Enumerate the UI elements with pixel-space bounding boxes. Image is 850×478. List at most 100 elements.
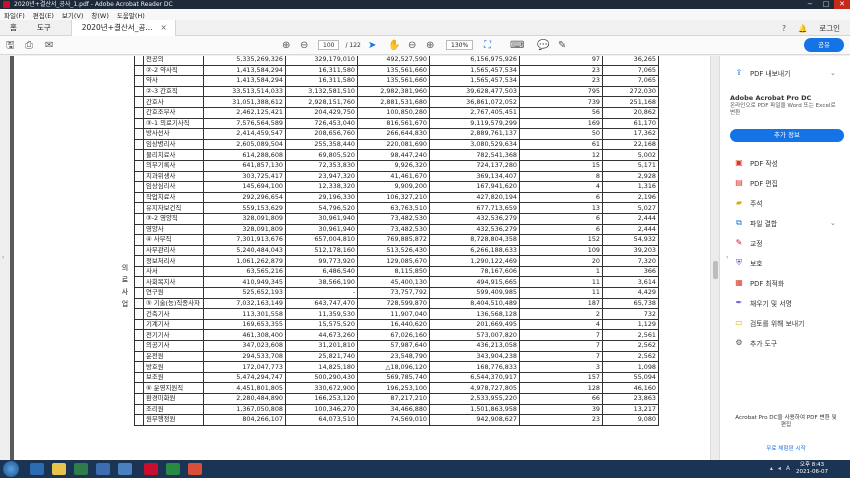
tool-edit-pdf[interactable]: ▤ PDF 편집 (734, 178, 778, 188)
app-icon[interactable] (188, 463, 202, 475)
row-label-cell: ⑥ 운영지원직 (143, 382, 204, 394)
value-cell: 100,850,280 (357, 106, 430, 119)
start-button[interactable] (3, 461, 19, 477)
media-icon[interactable] (74, 463, 88, 475)
promo-title: Adobe Acrobat Pro DC (730, 94, 812, 102)
zoom-out-icon[interactable]: ⊖ (408, 40, 416, 51)
tool-optimize[interactable]: ▦ PDF 최적화 (734, 278, 784, 288)
menu-help[interactable]: 도움말(H) (117, 10, 145, 20)
next-page-icon[interactable]: ⊖ (300, 40, 308, 51)
value-cell: 795 (519, 85, 603, 98)
tool-protect[interactable]: ⛨ 보호 (734, 258, 763, 268)
tool-more[interactable]: ⚙ 추가 도구 (734, 338, 777, 348)
value-cell: 12 (519, 149, 603, 161)
row-label-cell: 간호사 (143, 96, 204, 108)
zoom-select[interactable]: 130% (446, 40, 474, 50)
fit-page-icon[interactable]: ⛶ (484, 40, 491, 51)
promo-bottom-text: Acrobat Pro DC을 사용하여 PDF 변환 및 편집 (735, 415, 837, 428)
tool-fill-sign[interactable]: ✒ 채우기 및 서명 (734, 298, 792, 308)
value-cell: 369,134,407 (429, 170, 520, 183)
app-icon[interactable] (118, 463, 132, 475)
acrobat-taskbar-icon[interactable] (144, 463, 158, 475)
help-icon[interactable]: ? (782, 24, 786, 33)
value-cell: 9,119,579,299 (429, 117, 520, 130)
login-link[interactable]: 로그인 (819, 23, 840, 34)
value-cell: 3,614 (602, 276, 659, 289)
value-cell: 16,440,620 (357, 318, 430, 331)
save-icon[interactable]: 🖫 (6, 40, 15, 51)
tab-close-icon[interactable]: × (161, 23, 167, 32)
print-icon[interactable]: ⎙ (25, 40, 33, 51)
scrollbar-thumb[interactable] (713, 261, 718, 279)
free-trial-link[interactable]: 무료 체험판 시작 (734, 444, 838, 452)
window-titlebar: 2020년+결산서_공사_1.pdf - Adobe Acrobat Reade… (0, 0, 850, 9)
value-cell: 6 (519, 223, 603, 236)
pen-icon[interactable]: ✎ (558, 40, 566, 51)
excel-icon[interactable] (166, 463, 180, 475)
tab-document[interactable]: 2020년+결산서_공... × (70, 19, 176, 36)
value-cell: 410,949,345 (203, 276, 286, 289)
notifications-icon[interactable]: 🔔 (798, 24, 807, 33)
row-label-cell: 작업치료사 (143, 191, 204, 204)
value-cell: 2,889,761,137 (429, 128, 520, 140)
value-cell: 20 (519, 255, 603, 267)
page-number-input[interactable]: 100 (318, 40, 340, 50)
value-cell: 1,413,584,294 (203, 64, 286, 77)
close-button[interactable]: ✕ (834, 0, 850, 9)
value-cell: 73,482,530 (357, 223, 430, 236)
indent-cell (134, 361, 144, 373)
export-pdf-item[interactable]: ⇪ PDF 내보내기 ⌄ (734, 68, 836, 78)
tool-send-review[interactable]: ▭ 검토를 위해 보내기 (734, 318, 804, 328)
zoom-in-icon[interactable]: ⊕ (426, 40, 434, 51)
tool-comment[interactable]: ▰ 주석 (734, 198, 763, 208)
tool-combine[interactable]: ⧉ 파일 결합 ⌄ (734, 218, 836, 228)
value-cell: 65,738 (602, 297, 659, 310)
table-row: 연구원 525,652,193-73,757,792 599,409,985 11 4,… (134, 287, 659, 299)
tool-redact[interactable]: ✎ 교정 (734, 238, 763, 248)
value-cell: 113,301,558 (203, 308, 286, 320)
network-icon[interactable]: ▴ (770, 465, 773, 472)
tab-tools[interactable]: 도구 (27, 22, 61, 33)
table-row: 간호조무사 2,462,125,421 204,429,750 100,850,280… (134, 106, 659, 119)
value-cell: 643,747,470 (285, 297, 358, 310)
collapse-pane-icon[interactable]: › (726, 254, 728, 261)
menu-edit[interactable]: 편집(E) (33, 10, 54, 20)
more-info-button[interactable]: 추가 정보 (730, 129, 844, 142)
prev-page-icon[interactable]: ⊕ (282, 40, 290, 51)
maximize-button[interactable]: □ (818, 0, 834, 9)
keyboard-lang-icon[interactable]: A (786, 465, 790, 472)
tab-home[interactable]: 홈 (0, 22, 27, 33)
chevron-down-icon: ⌄ (830, 69, 836, 77)
minimize-button[interactable]: − (802, 0, 818, 9)
table-row: 원무행정원 804,266,107 64,073,510 74,569,010 942,… (134, 414, 659, 426)
expand-left-panel-icon[interactable]: › (2, 254, 4, 261)
value-cell: 69,805,520 (285, 149, 358, 161)
select-cursor-icon[interactable]: ➤ (368, 40, 376, 51)
volume-icon[interactable]: ◂ (778, 465, 781, 472)
keyboard-icon[interactable]: ⌨ (510, 40, 524, 51)
share-label: 공유 (818, 41, 830, 49)
value-cell: 11,359,530 (285, 308, 358, 320)
value-cell: 106,327,210 (357, 191, 430, 204)
menu-view[interactable]: 보기(V) (62, 10, 83, 20)
value-cell: 157 (519, 371, 603, 384)
value-cell: 64,073,510 (285, 414, 358, 426)
clock[interactable]: 오후 8:43 2021-06-07 (796, 462, 828, 476)
document-viewport[interactable]: 의료사업 전공의 5,335,269,326 329,179,010 492,527,… (10, 56, 710, 460)
share-button[interactable]: 공유 (804, 38, 844, 52)
value-cell: 39,203 (602, 244, 659, 257)
app-icon[interactable] (96, 463, 110, 475)
hand-tool-icon[interactable]: ✋ (388, 40, 400, 51)
ie-icon[interactable] (30, 463, 44, 475)
comment-icon[interactable]: 💬 (537, 40, 549, 51)
shield-icon: ⛨ (736, 258, 742, 267)
tool-create-pdf[interactable]: ▣ PDF 작성 (734, 158, 778, 168)
menu-file[interactable]: 파일(F) (4, 10, 25, 20)
folder-icon[interactable] (52, 463, 66, 475)
value-cell: 2,562 (602, 350, 659, 363)
value-cell: 7,576,564,589 (203, 117, 286, 130)
email-icon[interactable]: ✉ (45, 40, 53, 51)
vertical-scrollbar[interactable] (710, 56, 719, 460)
value-cell: 2,444 (602, 223, 659, 236)
menu-window[interactable]: 창(W) (91, 10, 108, 20)
